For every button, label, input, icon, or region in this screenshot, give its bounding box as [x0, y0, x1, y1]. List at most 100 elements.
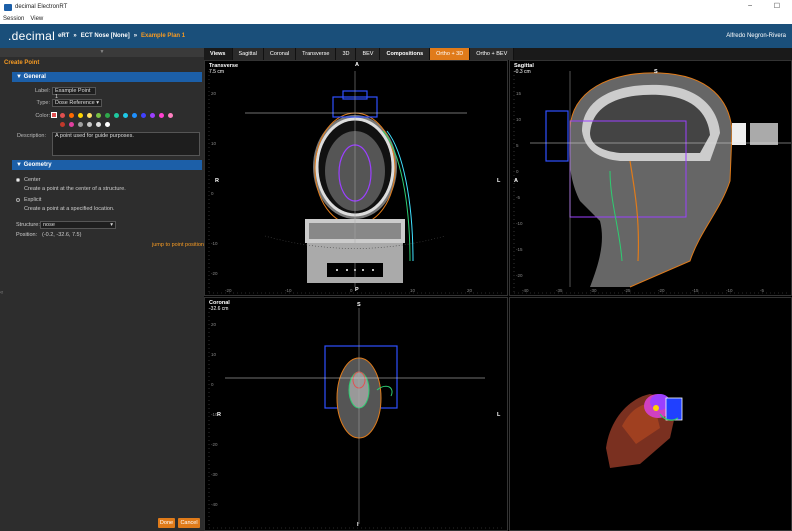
sagittal-ruler-x-tick: -35 [556, 288, 563, 293]
description-field-label: Description: [16, 133, 46, 139]
panel-collapse-handle[interactable]: ▼ [0, 48, 204, 57]
coronal-viewport[interactable]: Coronal -32.6 cm S I R L 20 10 0 -10 -20… [204, 297, 508, 531]
panel-title: Create Point [4, 60, 40, 66]
tab-3d[interactable]: 3D [336, 48, 357, 60]
center-description: Create a point at the center of a struct… [24, 186, 126, 192]
sagittal-ruler-x-tick: -30 [590, 288, 597, 293]
color-swatch[interactable] [69, 122, 74, 127]
transverse-viewport[interactable]: Transverse 7.5 cm A P R L -20 -10 0 10 2… [204, 60, 508, 296]
breadcrumb-separator: » [133, 33, 138, 39]
type-select[interactable]: Dose Reference ▾ [52, 99, 102, 107]
description-textarea[interactable]: A point used for guide purposes. [52, 132, 200, 156]
tab-compositions[interactable]: Compositions [380, 48, 431, 60]
3d-viewport[interactable] [509, 297, 792, 531]
minimize-button[interactable]: – [748, 2, 752, 9]
app-header: .decimal eRT » ECT Nose [None] » Example… [0, 24, 792, 48]
color-swatch[interactable] [78, 122, 83, 127]
type-select-value: Dose Reference [55, 100, 95, 106]
sagittal-ruler-x-tick: -40 [522, 288, 529, 293]
label-input[interactable]: Example Point 1 [52, 87, 96, 100]
breadcrumb-ert[interactable]: eRT [58, 33, 69, 39]
explicit-radio[interactable] [16, 198, 20, 202]
user-name[interactable]: Alfredo Negron-Rivera [726, 33, 786, 39]
create-point-panel: ▼ Create Point ▼ General Label: Example … [0, 48, 204, 531]
maximize-button[interactable]: ☐ [774, 2, 780, 10]
coronal-ruler-y-tick: 0 [211, 382, 214, 387]
transverse-ruler-y-tick: -20 [211, 271, 218, 276]
sagittal-orient-top: S [654, 69, 658, 75]
coronal-orient-top: S [357, 302, 361, 308]
transverse-slice-position: 7.5 cm [209, 69, 225, 75]
color-swatch[interactable] [150, 113, 155, 118]
sagittal-ruler-y-tick: -5 [516, 195, 521, 200]
menu-view[interactable]: View [30, 16, 43, 22]
tab-ortho-3d[interactable]: Ortho + 3D [430, 48, 471, 60]
decimal-logo: .decimal [8, 29, 56, 43]
position-value: (-0.2, -32.6, 7.5) [42, 232, 82, 238]
structure-select-value: nose [43, 222, 55, 228]
transverse-ruler-y-tick: 10 [211, 141, 217, 146]
color-swatch[interactable] [69, 113, 74, 118]
geometry-section-header[interactable]: ▼ Geometry [12, 160, 202, 170]
window-title: decimal ElectronRT [15, 4, 68, 10]
coronal-orient-bottom: I [357, 522, 359, 528]
jump-to-point-link[interactable]: jump to point position [152, 242, 204, 248]
coronal-ruler-y-tick: -30 [211, 472, 218, 477]
color-swatch[interactable] [96, 113, 101, 118]
tab-ortho-bev[interactable]: Ortho + BEV [470, 48, 515, 60]
sagittal-ruler-x-tick: -5 [760, 288, 765, 293]
color-swatch[interactable] [105, 122, 110, 127]
transverse-ruler-y-tick: 20 [211, 91, 217, 96]
color-swatch[interactable] [87, 113, 92, 118]
sagittal-image [513, 71, 791, 294]
cancel-button[interactable]: Cancel [178, 518, 200, 528]
tab-sagittal[interactable]: Sagittal [232, 48, 264, 60]
color-swatch[interactable] [141, 113, 146, 118]
sagittal-orient-left: A [514, 178, 518, 184]
chevron-down-icon: ▾ [96, 100, 99, 106]
breadcrumb-separator: » [73, 33, 77, 39]
transverse-ruler-y-tick: -10 [211, 241, 218, 246]
color-swatch[interactable] [123, 113, 128, 118]
done-button[interactable]: Done [158, 518, 175, 528]
breadcrumb-plan[interactable]: Example Plan 1 [141, 33, 185, 39]
structure-field-label: Structure: [16, 222, 40, 228]
transverse-orient-top: A [355, 62, 359, 68]
general-section-header[interactable]: ▼ General [12, 72, 202, 82]
structure-select[interactable]: nose ▾ [40, 221, 116, 229]
sagittal-ruler-y-tick: -10 [516, 221, 523, 226]
color-swatch[interactable] [132, 113, 137, 118]
window-titlebar: decimal ElectronRT – ☐ [0, 0, 792, 14]
color-swatch[interactable] [159, 113, 164, 118]
color-swatch[interactable] [60, 113, 65, 118]
color-swatch[interactable] [96, 122, 101, 127]
transverse-ruler-y-tick: 0 [211, 191, 214, 196]
color-swatch[interactable] [60, 122, 65, 127]
color-swatch[interactable] [78, 113, 83, 118]
tab-transverse[interactable]: Transverse [296, 48, 337, 60]
menu-session[interactable]: Session [3, 16, 24, 22]
color-swatch[interactable] [87, 122, 92, 127]
3d-render [606, 394, 683, 468]
color-swatch[interactable] [168, 113, 173, 118]
sagittal-ruler-x-tick: -20 [658, 288, 665, 293]
transverse-ruler-x-tick: 10 [410, 288, 416, 293]
sagittal-ruler-x-tick: -10 [726, 288, 733, 293]
tab-coronal[interactable]: Coronal [263, 48, 297, 60]
explicit-radio-label: Explicit [24, 197, 42, 203]
menubar: Session View [0, 14, 792, 24]
color-swatch[interactable] [114, 113, 119, 118]
sagittal-viewport[interactable]: Sagittal -0.3 cm S A -40 -35 -30 -25 -20… [509, 60, 792, 296]
center-radio[interactable] [16, 178, 20, 182]
tab-views[interactable]: Views [204, 48, 233, 60]
selected-color-swatch[interactable] [51, 112, 57, 118]
chevron-down-icon: ▾ [110, 222, 113, 228]
color-swatch[interactable] [105, 113, 110, 118]
type-field-label: Type: [36, 100, 50, 106]
tab-bev[interactable]: BEV [356, 48, 381, 60]
coronal-ruler-y-tick: -10 [211, 412, 218, 417]
breadcrumb-patient[interactable]: ECT Nose [None] [81, 33, 130, 39]
color-field-label: Color: [35, 113, 50, 119]
expand-sidebar-icon[interactable]: « [0, 290, 3, 296]
coronal-slice-position: -32.6 cm [209, 306, 229, 312]
